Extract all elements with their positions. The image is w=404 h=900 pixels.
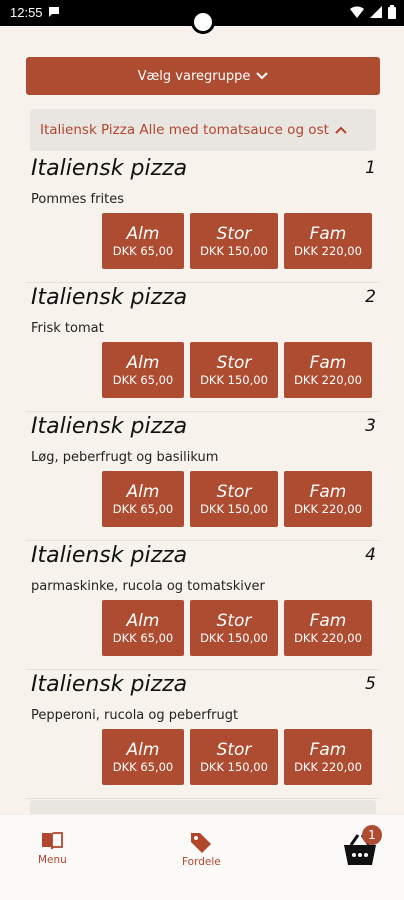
size-name: Fam <box>309 610 347 631</box>
size-price: DKK 150,00 <box>200 372 268 387</box>
product-description: Løg, peberfrugt og basilikum <box>31 450 219 465</box>
select-group-button[interactable]: Vælg varegruppe <box>26 57 380 95</box>
size-price: DKK 65,00 <box>112 630 174 645</box>
product-description: Pommes frites <box>31 192 124 207</box>
size-name: Fam <box>309 223 347 244</box>
book-icon <box>42 832 64 850</box>
product-description: Pepperoni, rucola og peberfrugt <box>31 708 239 723</box>
size-button-stor[interactable]: Stor DKK 150,00 <box>190 471 278 527</box>
wifi-icon <box>350 6 364 18</box>
select-group-label: Vælg varegruppe <box>137 68 251 84</box>
product-item: Italiensk pizza 4 parmaskinke, rucola og… <box>26 541 380 670</box>
chevron-down-icon <box>256 72 269 80</box>
product-title: Italiensk pizza <box>31 543 188 568</box>
category-label: Italiensk Pizza Alle med tomatsauce og o… <box>40 122 329 138</box>
size-buttons: Alm DKK 65,00 Stor DKK 150,00 Fam DKK 220,0… <box>102 600 372 656</box>
product-number: 2 <box>365 287 376 307</box>
product-item: Italiensk pizza 2 Frisk tomat Alm DKK 65,… <box>26 283 380 412</box>
size-price: DKK 220,00 <box>294 759 362 774</box>
status-time: 12:55 <box>10 5 43 20</box>
size-button-fam[interactable]: Fam DKK 220,00 <box>284 342 372 398</box>
size-name: Alm <box>126 352 160 373</box>
product-list: Italiensk pizza 1 Pommes frites Alm DKK 6… <box>26 154 380 799</box>
size-price: DKK 220,00 <box>294 372 362 387</box>
size-buttons: Alm DKK 65,00 Stor DKK 150,00 Fam DKK 220,0… <box>102 471 372 527</box>
size-name: Stor <box>216 223 252 244</box>
size-price: DKK 150,00 <box>200 501 268 516</box>
size-name: Stor <box>216 739 252 760</box>
product-number: 3 <box>365 416 376 436</box>
product-item: Italiensk pizza 3 Løg, peberfrugt og bas… <box>26 412 380 541</box>
size-name: Fam <box>309 481 347 502</box>
size-price: DKK 150,00 <box>200 243 268 258</box>
bottom-navigation: Menu Fordele 1 <box>0 814 404 900</box>
size-name: Stor <box>216 481 252 502</box>
size-name: Alm <box>126 739 160 760</box>
size-price: DKK 220,00 <box>294 630 362 645</box>
size-price: DKK 65,00 <box>112 759 174 774</box>
tag-icon <box>191 833 212 853</box>
size-button-stor[interactable]: Stor DKK 150,00 <box>190 213 278 269</box>
size-price: DKK 150,00 <box>200 759 268 774</box>
cart-count-badge: 1 <box>362 825 382 845</box>
menu-content[interactable]: Vælg varegruppe Italiensk Pizza Alle med… <box>0 26 404 814</box>
size-price: DKK 150,00 <box>200 630 268 645</box>
size-price: DKK 65,00 <box>112 501 174 516</box>
product-item: Italiensk pizza 1 Pommes frites Alm DKK 6… <box>26 154 380 283</box>
size-button-stor[interactable]: Stor DKK 150,00 <box>190 342 278 398</box>
product-description: Frisk tomat <box>31 321 104 336</box>
size-button-alm[interactable]: Alm DKK 65,00 <box>102 600 184 656</box>
size-price: DKK 220,00 <box>294 243 362 258</box>
nav-menu[interactable]: Menu <box>38 831 67 866</box>
size-name: Stor <box>216 352 252 373</box>
product-item: Italiensk pizza 5 Pepperoni, rucola og p… <box>26 670 380 799</box>
nav-fordele-label: Fordele <box>182 856 221 868</box>
size-price: DKK 65,00 <box>112 243 174 258</box>
nav-fordele[interactable]: Fordele <box>182 831 221 868</box>
size-price: DKK 220,00 <box>294 501 362 516</box>
product-title: Italiensk pizza <box>31 672 188 697</box>
product-number: 5 <box>365 674 376 694</box>
size-buttons: Alm DKK 65,00 Stor DKK 150,00 Fam DKK 220,0… <box>102 342 372 398</box>
size-name: Stor <box>216 610 252 631</box>
size-button-alm[interactable]: Alm DKK 65,00 <box>102 213 184 269</box>
category-header[interactable]: Italiensk Pizza Alle med tomatsauce og o… <box>30 109 376 151</box>
product-title: Italiensk pizza <box>31 414 188 439</box>
size-name: Fam <box>309 352 347 373</box>
product-title: Italiensk pizza <box>31 285 188 310</box>
chevron-up-icon <box>335 126 347 134</box>
nav-menu-label: Menu <box>38 854 67 866</box>
size-name: Fam <box>309 739 347 760</box>
size-button-stor[interactable]: Stor DKK 150,00 <box>190 729 278 785</box>
size-button-stor[interactable]: Stor DKK 150,00 <box>190 600 278 656</box>
battery-icon <box>388 5 396 19</box>
size-button-fam[interactable]: Fam DKK 220,00 <box>284 213 372 269</box>
product-title: Italiensk pizza <box>31 156 188 181</box>
size-buttons: Alm DKK 65,00 Stor DKK 150,00 Fam DKK 220,0… <box>102 729 372 785</box>
size-button-fam[interactable]: Fam DKK 220,00 <box>284 471 372 527</box>
status-icons <box>350 5 396 19</box>
size-name: Alm <box>126 610 160 631</box>
size-buttons: Alm DKK 65,00 Stor DKK 150,00 Fam DKK 220,0… <box>102 213 372 269</box>
next-category-header[interactable] <box>30 800 376 814</box>
size-button-fam[interactable]: Fam DKK 220,00 <box>284 600 372 656</box>
size-name: Alm <box>126 481 160 502</box>
size-name: Alm <box>126 223 160 244</box>
message-notification-icon <box>49 7 59 17</box>
size-price: DKK 65,00 <box>112 372 174 387</box>
size-button-alm[interactable]: Alm DKK 65,00 <box>102 342 184 398</box>
signal-icon <box>370 6 382 18</box>
product-description: parmaskinke, rucola og tomatskiver <box>31 579 265 594</box>
size-button-alm[interactable]: Alm DKK 65,00 <box>102 729 184 785</box>
product-number: 4 <box>365 545 376 565</box>
size-button-fam[interactable]: Fam DKK 220,00 <box>284 729 372 785</box>
status-bar: 12:55 <box>0 0 404 34</box>
size-button-alm[interactable]: Alm DKK 65,00 <box>102 471 184 527</box>
product-number: 1 <box>365 158 376 178</box>
